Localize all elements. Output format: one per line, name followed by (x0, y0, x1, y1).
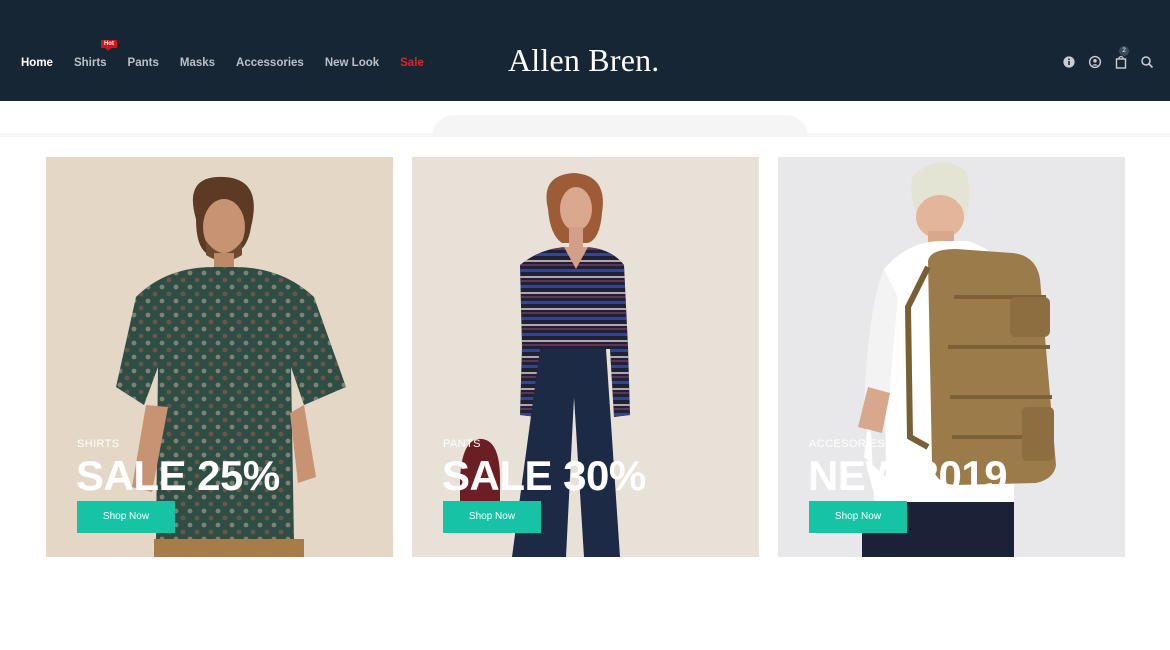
banner-row: SHIRTS SALE 25% Shop Now PANTS SALE 30% (46, 157, 1125, 557)
nav-sale[interactable]: Sale (400, 57, 424, 69)
hot-badge: Hot (100, 40, 117, 51)
nav-masks[interactable]: Masks (180, 57, 215, 69)
main-nav: Home Hot Shirts Pants Masks Accessories … (21, 40, 445, 69)
nav-pants[interactable]: Pants (128, 57, 159, 69)
sub-header-band (0, 101, 1170, 137)
nav-shirts[interactable]: Hot Shirts (73, 40, 117, 69)
banner-pants[interactable]: PANTS SALE 30% Shop Now (412, 157, 759, 557)
nav-home[interactable]: Home (21, 57, 53, 69)
banner-category: PANTS (443, 438, 481, 450)
header-actions: 2 (1050, 46, 1154, 70)
search-icon[interactable] (1140, 54, 1154, 70)
nav-new-look[interactable]: New Look (325, 57, 379, 69)
banner-category: SHIRTS (77, 438, 120, 450)
banner-shirts[interactable]: SHIRTS SALE 25% Shop Now (46, 157, 393, 557)
top-header: Home Hot Shirts Pants Masks Accessories … (0, 0, 1170, 101)
user-icon[interactable] (1088, 54, 1102, 70)
cart-count-badge: 2 (1119, 46, 1129, 56)
banner-headline: NEW 2019 (808, 452, 1008, 499)
shop-now-button[interactable]: Shop Now (809, 501, 907, 533)
shop-now-button[interactable]: Shop Now (443, 501, 541, 533)
shop-now-button[interactable]: Shop Now (77, 501, 175, 533)
nav-accessories[interactable]: Accessories (236, 57, 304, 69)
banner-category: ACCESORIES (809, 438, 886, 450)
banner-headline: SALE 25% (76, 452, 280, 499)
banner-accessories[interactable]: ACCESORIES NEW 2019 Shop Now (778, 157, 1125, 557)
nav-shirts-label: Shirts (73, 57, 107, 69)
decorative-shape (432, 115, 808, 137)
cart-icon[interactable]: 2 (1114, 46, 1129, 70)
banner-headline: SALE 30% (442, 452, 646, 499)
info-icon[interactable] (1062, 54, 1076, 70)
site-logo[interactable]: Allen Bren. (508, 42, 660, 79)
